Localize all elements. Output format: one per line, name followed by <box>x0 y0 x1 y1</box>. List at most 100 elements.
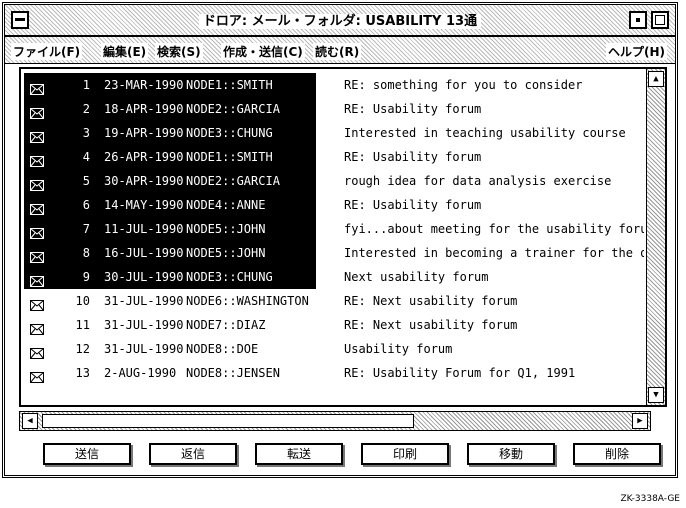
maximize-icon <box>655 15 665 25</box>
envelope-icon <box>30 223 44 239</box>
envelope-icon <box>30 103 44 119</box>
message-number: 6 <box>82 198 90 212</box>
message-sender: NODE7::DIAZ <box>186 318 266 332</box>
move-button[interactable]: 移動 <box>467 443 555 465</box>
message-subject: RE: something for you to consider <box>344 78 583 92</box>
message-row[interactable]: 6 14-MAY-1990 NODE4::ANNE RE: Usability for… <box>24 193 644 217</box>
message-subject: Interested in becoming a trainer for the… <box>344 246 644 260</box>
message-sender: NODE1::SMITH <box>186 150 273 164</box>
menu-help[interactable]: ヘルプ(H) <box>605 43 667 60</box>
menu-compose[interactable]: 作成・送信(C) <box>221 43 305 60</box>
message-sender: NODE5::JOHN <box>186 246 266 260</box>
message-subject: fyi...about meeting for the usability fo… <box>344 222 644 236</box>
message-date: 31-JUL-1990 <box>104 318 184 332</box>
menu-file[interactable]: ファイル(F) <box>11 43 83 60</box>
message-subject: Usability forum <box>344 342 453 356</box>
message-date: 19-APR-1990 <box>104 126 184 140</box>
envelope-icon <box>30 175 44 191</box>
message-date: 30-JUL-1990 <box>104 270 184 284</box>
message-number: 12 <box>75 342 90 356</box>
message-row[interactable]: 13 2-AUG-1990 NODE8::JENSEN RE: Usability F… <box>24 361 644 385</box>
envelope-icon <box>30 271 44 287</box>
message-date: 11-JUL-1990 <box>104 222 184 236</box>
message-number: 5 <box>82 174 90 188</box>
message-subject: RE: Next usability forum <box>344 294 518 308</box>
message-number: 4 <box>82 150 90 164</box>
message-number: 8 <box>82 246 90 260</box>
message-date: 14-MAY-1990 <box>104 198 184 212</box>
message-sender: NODE8::DOE <box>186 342 259 356</box>
message-sender: NODE5::JOHN <box>186 222 266 236</box>
message-row[interactable]: 8 16-JUL-1990 NODE5::JOHN Interested in bec… <box>24 241 644 265</box>
message-sender: NODE6::WASHINGTON <box>186 294 309 308</box>
message-subject: RE: Usability forum <box>344 150 482 164</box>
message-subject: RE: Usability forum <box>344 198 482 212</box>
message-number: 13 <box>75 366 90 380</box>
message-subject: Next usability forum <box>344 270 489 284</box>
envelope-icon <box>30 247 44 263</box>
message-row[interactable]: 9 30-JUL-1990 NODE3::CHUNG Next usability f… <box>24 265 644 289</box>
print-button[interactable]: 印刷 <box>361 443 449 465</box>
button-bar: 送信 返信 転送 印刷 移動 削除 <box>19 437 667 471</box>
message-row[interactable]: 3 19-APR-1990 NODE3::CHUNG Interested in te… <box>24 121 644 145</box>
envelope-icon <box>30 199 44 215</box>
envelope-icon <box>30 319 44 335</box>
menu-read[interactable]: 読む(R) <box>313 43 362 60</box>
send-button[interactable]: 送信 <box>43 443 131 465</box>
message-sender: NODE4::ANNE <box>186 198 266 212</box>
message-date: 30-APR-1990 <box>104 174 184 188</box>
title-bar[interactable]: ドロア: メール・フォルダ: USABILITY 13通 <box>5 5 675 37</box>
delete-button[interactable]: 削除 <box>573 443 661 465</box>
envelope-icon <box>30 127 44 143</box>
minimize-button[interactable] <box>629 11 647 29</box>
message-row[interactable]: 12 31-JUL-1990 NODE8::DOE Usability forum <box>24 337 644 361</box>
message-date: 31-JUL-1990 <box>104 294 184 308</box>
forward-button[interactable]: 転送 <box>255 443 343 465</box>
message-row[interactable]: 10 31-JUL-1990 NODE6::WASHINGTON RE: Next u… <box>24 289 644 313</box>
message-subject: RE: Usability Forum for Q1, 1991 <box>344 366 576 380</box>
scroll-right-arrow-icon[interactable]: ▶ <box>632 413 648 429</box>
scroll-up-arrow-icon[interactable]: ▲ <box>648 71 664 87</box>
message-date: 23-MAR-1990 <box>104 78 184 92</box>
message-subject: RE: Usability forum <box>344 102 482 116</box>
message-number: 7 <box>82 222 90 236</box>
message-sender: NODE3::CHUNG <box>186 126 273 140</box>
message-number: 10 <box>75 294 90 308</box>
message-date: 18-APR-1990 <box>104 102 184 116</box>
message-row[interactable]: 5 30-APR-1990 NODE2::GARCIA rough idea for … <box>24 169 644 193</box>
message-sender: NODE1::SMITH <box>186 78 273 92</box>
scroll-left-arrow-icon[interactable]: ◀ <box>22 413 38 429</box>
message-row[interactable]: 4 26-APR-1990 NODE1::SMITH RE: Usability fo… <box>24 145 644 169</box>
message-subject: Interested in teaching usability course <box>344 126 626 140</box>
scroll-down-arrow-icon[interactable]: ▼ <box>648 387 664 403</box>
message-number: 3 <box>82 126 90 140</box>
envelope-icon <box>30 295 44 311</box>
message-list: 1 23-MAR-1990 NODE1::SMITH RE: something fo… <box>19 67 667 407</box>
menu-edit[interactable]: 編集(E) <box>101 43 149 60</box>
message-row[interactable]: 7 11-JUL-1990 NODE5::JOHN fyi...about meeti… <box>24 217 644 241</box>
figure-caption: ZK-3338A-GE <box>620 494 680 504</box>
reply-button[interactable]: 返信 <box>149 443 237 465</box>
vertical-scrollbar[interactable]: ▲ ▼ <box>646 69 665 405</box>
menu-bar: ファイル(F) 編集(E) 検索(S) 作成・送信(C) 読む(R) ヘルプ(H… <box>5 37 675 64</box>
horizontal-scrollbar[interactable]: ◀ ▶ <box>19 411 651 431</box>
message-row[interactable]: 11 31-JUL-1990 NODE7::DIAZ RE: Next usabili… <box>24 313 644 337</box>
window-title: ドロア: メール・フォルダ: USABILITY 13通 <box>5 10 675 29</box>
message-row[interactable]: 2 18-APR-1990 NODE2::GARCIA RE: Usability f… <box>24 97 644 121</box>
message-date: 26-APR-1990 <box>104 150 184 164</box>
message-date: 31-JUL-1990 <box>104 342 184 356</box>
mail-folder-window: ドロア: メール・フォルダ: USABILITY 13通 ファイル(F) 編集(… <box>2 2 678 478</box>
message-number: 1 <box>82 78 90 92</box>
envelope-icon <box>30 151 44 167</box>
menu-search[interactable]: 検索(S) <box>155 43 203 60</box>
message-sender: NODE2::GARCIA <box>186 174 280 188</box>
maximize-button[interactable] <box>651 11 669 29</box>
horizontal-scroll-thumb[interactable] <box>42 414 414 428</box>
message-sender: NODE2::GARCIA <box>186 102 280 116</box>
message-subject: RE: Next usability forum <box>344 318 518 332</box>
message-row[interactable]: 1 23-MAR-1990 NODE1::SMITH RE: something fo… <box>24 73 644 97</box>
minimize-icon <box>636 18 640 22</box>
message-sender: NODE3::CHUNG <box>186 270 273 284</box>
message-date: 16-JUL-1990 <box>104 246 184 260</box>
message-sender: NODE8::JENSEN <box>186 366 280 380</box>
